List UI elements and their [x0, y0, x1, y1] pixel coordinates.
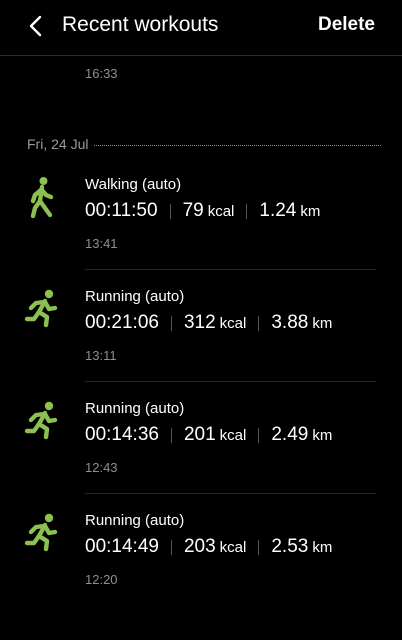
workout-item[interactable]: Walking (auto) 00:11:50 79 kcal 1.24 km …	[0, 158, 402, 270]
delete-button[interactable]: Delete	[318, 12, 375, 38]
workout-stats: 00:14:36 201 kcal 2.49 km	[85, 424, 332, 446]
workout-name: Walking (auto)	[85, 176, 182, 193]
workout-distance: 1.24	[259, 200, 297, 221]
running-icon	[24, 513, 58, 552]
stat-separator	[258, 539, 260, 555]
workout-distance: 2.53	[271, 536, 309, 557]
walking-icon	[30, 177, 54, 219]
distance-unit: km	[312, 427, 333, 444]
workout-stats: 00:14:49 203 kcal 2.53 km	[85, 536, 332, 558]
workout-distance: 3.88	[271, 312, 309, 333]
workout-stats: 00:21:06 312 kcal 3.88 km	[85, 312, 332, 334]
workout-time: 13:41	[85, 236, 118, 251]
workout-item[interactable]: Running (auto) 00:14:49 203 kcal 2.53 km…	[0, 494, 402, 606]
date-label: Fri, 24 Jul	[27, 136, 89, 152]
stat-separator	[258, 427, 260, 443]
workout-duration: 00:14:49	[85, 536, 159, 557]
workout-item[interactable]: Running (auto) 00:21:06 312 kcal 3.88 km…	[0, 270, 402, 382]
workout-duration: 00:11:50	[85, 200, 158, 221]
workout-name: Running (auto)	[85, 288, 185, 305]
back-arrow-icon[interactable]	[22, 12, 50, 40]
workout-list: Walking (auto) 00:11:50 79 kcal 1.24 km …	[0, 158, 402, 606]
workout-distance: 2.49	[271, 424, 309, 445]
workout-duration: 00:14:36	[85, 424, 159, 445]
page-title: Recent workouts	[62, 13, 219, 36]
stat-separator	[246, 203, 248, 219]
workout-kcal: 201	[183, 424, 216, 445]
kcal-unit: kcal	[219, 539, 247, 556]
workout-kcal: 312	[183, 312, 216, 333]
distance-unit: km	[312, 539, 333, 556]
date-header: Fri, 24 Jul	[27, 135, 381, 153]
workout-kcal: 203	[183, 536, 216, 557]
workout-duration: 00:21:06	[85, 312, 159, 333]
workout-time: 12:20	[85, 572, 118, 587]
workout-kcal: 79	[182, 200, 204, 221]
distance-unit: km	[312, 315, 333, 332]
app-header: Recent workouts Delete	[0, 0, 402, 52]
stat-separator	[258, 315, 260, 331]
running-icon	[24, 401, 58, 440]
running-icon	[24, 289, 58, 328]
stat-separator	[169, 203, 171, 219]
stat-separator	[170, 315, 172, 331]
stat-separator	[170, 539, 172, 555]
workout-time: 13:11	[85, 348, 117, 363]
kcal-unit: kcal	[219, 315, 247, 332]
header-divider	[0, 55, 402, 56]
kcal-unit: kcal	[219, 427, 247, 444]
workout-time: 12:43	[85, 460, 118, 475]
date-divider	[94, 144, 381, 146]
stat-separator	[170, 427, 172, 443]
workout-stats: 00:11:50 79 kcal 1.24 km	[85, 200, 320, 222]
distance-unit: km	[300, 203, 321, 220]
workout-name: Running (auto)	[85, 512, 185, 529]
workout-item[interactable]: Running (auto) 00:14:36 201 kcal 2.49 km…	[0, 382, 402, 494]
kcal-unit: kcal	[207, 203, 235, 220]
previous-item-time: 16:33	[85, 66, 118, 81]
workout-name: Running (auto)	[85, 400, 185, 417]
